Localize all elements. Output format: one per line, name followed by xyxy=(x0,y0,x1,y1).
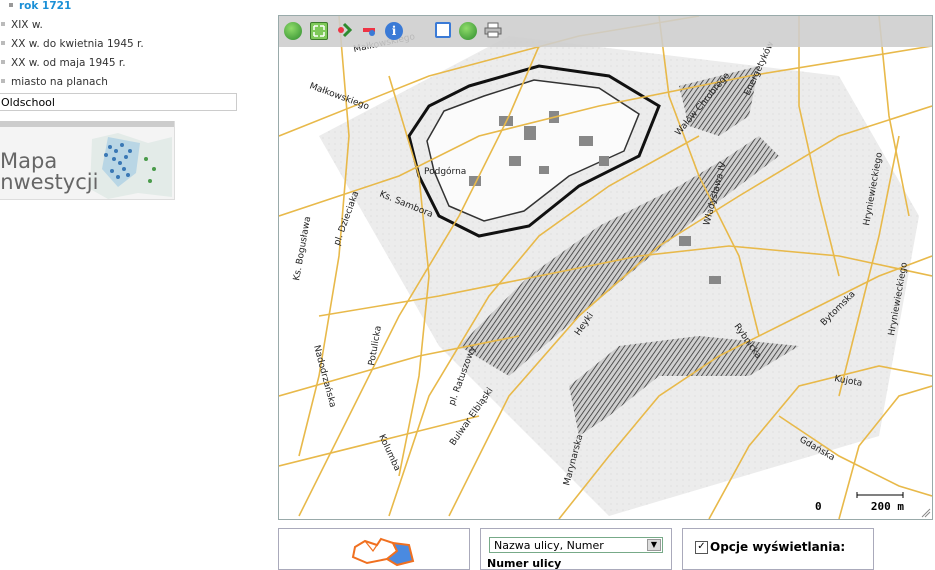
scale-labels: 0 200 m xyxy=(815,500,904,513)
chevron-down-icon[interactable]: ▼ xyxy=(647,539,661,551)
street-label: Ks. Bogusława xyxy=(292,216,313,282)
sidebar-item-xx-do-kwietnia[interactable]: XX w. do kwietnia 1945 r. xyxy=(0,36,144,52)
district-map-panel[interactable] xyxy=(278,528,470,570)
street-label: pl. Dzieciaka xyxy=(332,190,361,247)
window-icon[interactable] xyxy=(435,22,451,38)
scale-bar xyxy=(856,492,904,498)
banner-title-line1: Mapa xyxy=(0,149,58,173)
district-map-icon xyxy=(351,537,415,567)
resize-grip xyxy=(921,508,931,518)
map-viewport[interactable]: Małkowskiego Małkowskiego Podgórna Ks. S… xyxy=(278,15,933,520)
display-options-panel: ✓ Opcje wyświetlania: xyxy=(682,528,874,570)
street-label: Podgórna xyxy=(424,166,466,177)
sidebar-item-miasto-na-planach[interactable]: miasto na planach xyxy=(0,74,108,90)
street-label: Kolumba xyxy=(376,433,402,473)
street-label: Potulicka xyxy=(367,325,384,366)
search-panel: Nazwa ulicy, Numer ▼ Numer ulicy xyxy=(480,528,672,570)
print-icon[interactable] xyxy=(484,22,502,38)
street-label: Małkowskiego xyxy=(308,81,371,112)
options-checkbox[interactable]: ✓ xyxy=(695,541,708,554)
sidebar-item-rok-1721[interactable]: rok 1721 xyxy=(8,0,71,14)
bullet-icon xyxy=(1,22,5,26)
scale-end: 200 m xyxy=(870,500,904,513)
map-canvas[interactable]: Małkowskiego Małkowskiego Podgórna Ks. S… xyxy=(279,16,932,519)
sidebar-item-xx-od-maja[interactable]: XX w. od maja 1945 r. xyxy=(0,55,126,71)
banner-title-line2: Inwestycji xyxy=(0,170,99,194)
bullet-icon xyxy=(9,3,13,7)
banner-toolbar xyxy=(0,121,174,127)
map-toolbar: i xyxy=(279,16,932,47)
street-label: Nadodrzańska xyxy=(311,344,337,408)
bullet-icon xyxy=(1,60,5,64)
search-field-label: Numer ulicy xyxy=(487,557,562,570)
fullscreen-icon[interactable] xyxy=(310,22,328,40)
sidebar-item-label: rok 1721 xyxy=(19,0,72,12)
bullet-icon xyxy=(1,41,5,45)
options-label: Opcje wyświetlania: xyxy=(710,540,846,554)
remove-point-icon[interactable] xyxy=(361,22,377,38)
sidebar-item-xix[interactable]: XIX w. xyxy=(0,17,43,33)
layers-icon[interactable] xyxy=(459,22,477,40)
scale-start: 0 xyxy=(815,500,822,513)
add-point-icon[interactable] xyxy=(336,22,353,38)
info-icon[interactable]: i xyxy=(385,22,403,40)
sidebar-item-label: miasto na planach xyxy=(11,76,108,88)
search-type-value: Nazwa ulicy, Numer xyxy=(494,539,604,552)
globe-icon[interactable] xyxy=(284,22,302,40)
layer-input[interactable]: Oldschool xyxy=(0,93,237,111)
investment-map-banner[interactable]: Mapa Inwestycji xyxy=(0,121,175,200)
sidebar-item-label: XIX w. xyxy=(11,19,43,31)
sidebar-item-label: XX w. do kwietnia 1945 r. xyxy=(11,38,144,50)
bullet-icon xyxy=(1,79,5,83)
banner-map-image xyxy=(90,133,172,199)
search-type-select[interactable]: Nazwa ulicy, Numer ▼ xyxy=(489,537,663,553)
sidebar-item-label: XX w. od maja 1945 r. xyxy=(11,57,126,69)
